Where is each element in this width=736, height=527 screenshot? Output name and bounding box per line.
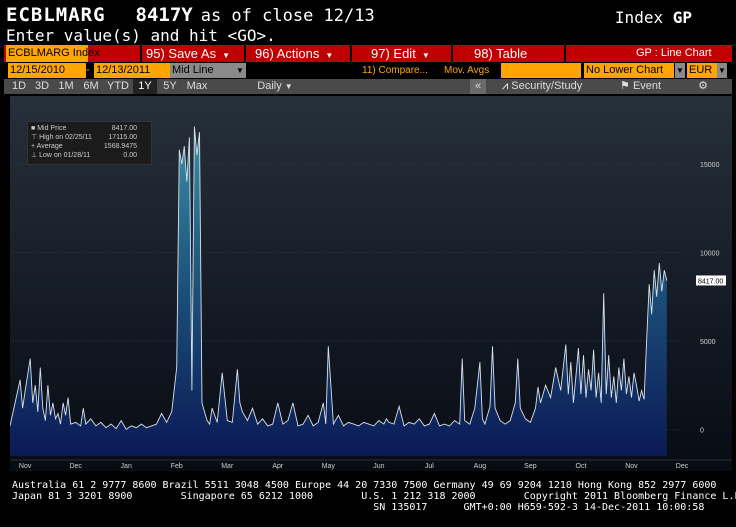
lower-chart-arrow-icon[interactable]: ▼ bbox=[675, 63, 685, 78]
ticker-label: ECBLMARG bbox=[6, 4, 106, 26]
x-tick-label: Sep bbox=[524, 463, 537, 470]
range-button-1d[interactable]: 1D bbox=[8, 79, 30, 94]
mov-avgs-field[interactable] bbox=[501, 63, 581, 78]
range-button-max[interactable]: Max bbox=[183, 79, 211, 94]
menu-divider bbox=[350, 45, 352, 62]
edit-label: 97) Edit bbox=[371, 46, 416, 61]
range-button-6m[interactable]: 6M bbox=[79, 79, 103, 94]
legend-avg-value: 1568.9475 bbox=[103, 143, 137, 150]
legend-high-label: ⊤ High on 02/25/11 bbox=[31, 133, 92, 142]
dropdown-arrow-icon: ▼ bbox=[284, 82, 293, 91]
range-button-ytd[interactable]: YTD bbox=[104, 79, 132, 94]
legend-avg-label: + Average bbox=[31, 142, 63, 151]
legend-high-text: High on 02/25/11 bbox=[39, 134, 92, 141]
x-tick-label: Dec bbox=[676, 463, 689, 470]
currency-select[interactable]: EUR bbox=[687, 63, 717, 78]
legend-low-text: Low on 01/28/11 bbox=[39, 152, 91, 159]
legend-high-value: 17115.00 bbox=[108, 134, 137, 141]
x-tick-label: Dec bbox=[69, 463, 82, 470]
ticker-box[interactable]: ECBLMARG Index bbox=[6, 45, 100, 62]
legend-square-icon: ■ bbox=[31, 125, 36, 132]
actions-menu[interactable]: 96) Actions ▼ bbox=[255, 45, 333, 62]
range-button-3d[interactable]: 3D bbox=[31, 79, 53, 94]
y-tick-label: 0 bbox=[700, 427, 704, 434]
legend-mid-text: Mid Price bbox=[37, 125, 67, 132]
high-marker-icon: ⊤ bbox=[31, 134, 38, 141]
edit-menu[interactable]: 97) Edit ▼ bbox=[371, 45, 430, 62]
event-flag-icon: ⚑ bbox=[620, 80, 630, 92]
x-tick-label: Jun bbox=[373, 463, 384, 470]
legend-low-label: ⊥ Low on 01/28/11 bbox=[31, 151, 90, 160]
x-tick-label: Feb bbox=[171, 463, 183, 470]
as-of-label: as of close 12/13 bbox=[200, 6, 375, 26]
menu-divider bbox=[451, 45, 453, 62]
dropdown-arrow-icon: ▼ bbox=[421, 51, 430, 60]
dropdown-arrow-icon: ▼ bbox=[222, 51, 231, 60]
security-study-button[interactable]: ⩘ Security/Study bbox=[502, 79, 610, 94]
y-tick-label: 5000 bbox=[700, 339, 716, 346]
save-as-label: 95) Save As bbox=[146, 46, 217, 61]
end-date-field[interactable]: 12/13/2011 bbox=[94, 63, 170, 78]
line-type-arrow-icon[interactable]: ▼ bbox=[234, 63, 246, 78]
menu-divider bbox=[244, 45, 246, 62]
legend-mid-value: 8417.00 bbox=[111, 125, 137, 132]
x-tick-label: Aug bbox=[474, 463, 487, 470]
range-button-1y[interactable]: 1Y bbox=[133, 79, 157, 94]
menu-divider bbox=[564, 45, 566, 62]
security-study-label: Security/Study bbox=[511, 80, 583, 92]
line-type-select[interactable]: Mid Line bbox=[170, 63, 236, 78]
command-prompt: Enter value(s) and hit <GO>. bbox=[6, 26, 276, 45]
currency-arrow-icon[interactable]: ▼ bbox=[717, 63, 727, 78]
y-tick-label: 15000 bbox=[700, 162, 720, 169]
compare-button[interactable]: 11) Compare... bbox=[362, 63, 442, 78]
frequency-select[interactable]: Daily ▼ bbox=[250, 79, 300, 94]
back-arrow-button[interactable]: « bbox=[470, 79, 486, 94]
header-title: ECBLMARG 8417Y as of close 12/13 bbox=[6, 4, 375, 26]
average-marker-icon: + bbox=[31, 143, 36, 150]
menu-bar: ECBLMARG Index 95) Save As ▼ 96) Actions ▼… bbox=[4, 45, 732, 62]
start-date-field[interactable]: 12/15/2010 bbox=[8, 63, 86, 78]
lower-chart-select[interactable]: No Lower Chart bbox=[584, 63, 674, 78]
settings-gear-icon[interactable]: ⚙ bbox=[692, 79, 714, 94]
dropdown-arrow-icon: ▼ bbox=[325, 51, 334, 60]
date-separator: - bbox=[86, 64, 90, 76]
input-row: 12/15/2010 - 12/13/2011 Mid Line ▼ 11) C… bbox=[4, 63, 732, 78]
frequency-label: Daily bbox=[257, 80, 282, 92]
footer: Australia 61 2 9777 8600 Brazil 5511 304… bbox=[12, 480, 736, 513]
x-tick-label: Oct bbox=[576, 463, 587, 470]
index-label: Index bbox=[614, 8, 664, 27]
last-value-label: 8417.00 bbox=[698, 278, 723, 285]
chart-line-icon: ⩘ bbox=[502, 80, 509, 92]
actions-label: 96) Actions bbox=[255, 46, 320, 61]
footer-line-3: SN 135017 GMT+0:00 H659-592-3 14-Dec-201… bbox=[12, 502, 705, 513]
menu-divider bbox=[140, 45, 142, 62]
x-tick-label: Jul bbox=[425, 463, 434, 470]
header-function: Index GP bbox=[615, 8, 692, 27]
save-as-menu[interactable]: 95) Save As ▼ bbox=[146, 45, 230, 62]
chart-type-label: GP : Line Chart bbox=[636, 47, 712, 59]
x-tick-label: Nov bbox=[19, 463, 32, 470]
legend-low-value: 0.00 bbox=[123, 152, 137, 159]
chart-legend: ■ Mid Price 8417.00 ⊤ High on 02/25/11 1… bbox=[27, 121, 152, 165]
header-value: 8417Y bbox=[135, 4, 193, 26]
x-tick-label: Jan bbox=[121, 463, 132, 470]
footer-line-2: Japan 81 3 3201 8900 Singapore 65 6212 1… bbox=[12, 491, 736, 502]
y-tick-label: 10000 bbox=[700, 250, 720, 257]
x-tick-label: Mar bbox=[221, 463, 234, 470]
range-button-5y[interactable]: 5Y bbox=[158, 79, 182, 94]
footer-line-1: Australia 61 2 9777 8600 Brazil 5511 304… bbox=[12, 480, 717, 491]
x-tick-label: May bbox=[322, 463, 336, 470]
mov-avgs-button[interactable]: Mov. Avgs bbox=[444, 63, 504, 78]
low-marker-icon: ⊥ bbox=[31, 152, 38, 159]
table-menu[interactable]: 98) Table bbox=[474, 45, 527, 62]
range-button-1m[interactable]: 1M bbox=[54, 79, 78, 94]
range-toolbar: 1D 3D 1M 6M YTD 1Y 5Y Max Daily ▼ « ⩘ Security/… bbox=[4, 79, 732, 94]
x-tick-label: Apr bbox=[272, 463, 284, 470]
legend-avg-text: Average bbox=[36, 143, 63, 150]
x-tick-label: Nov bbox=[625, 463, 638, 470]
gp-label: GP bbox=[672, 8, 692, 27]
event-button[interactable]: ⚑ Event bbox=[620, 79, 680, 94]
event-label: Event bbox=[632, 80, 662, 92]
legend-mid-label: ■ Mid Price bbox=[31, 124, 66, 133]
